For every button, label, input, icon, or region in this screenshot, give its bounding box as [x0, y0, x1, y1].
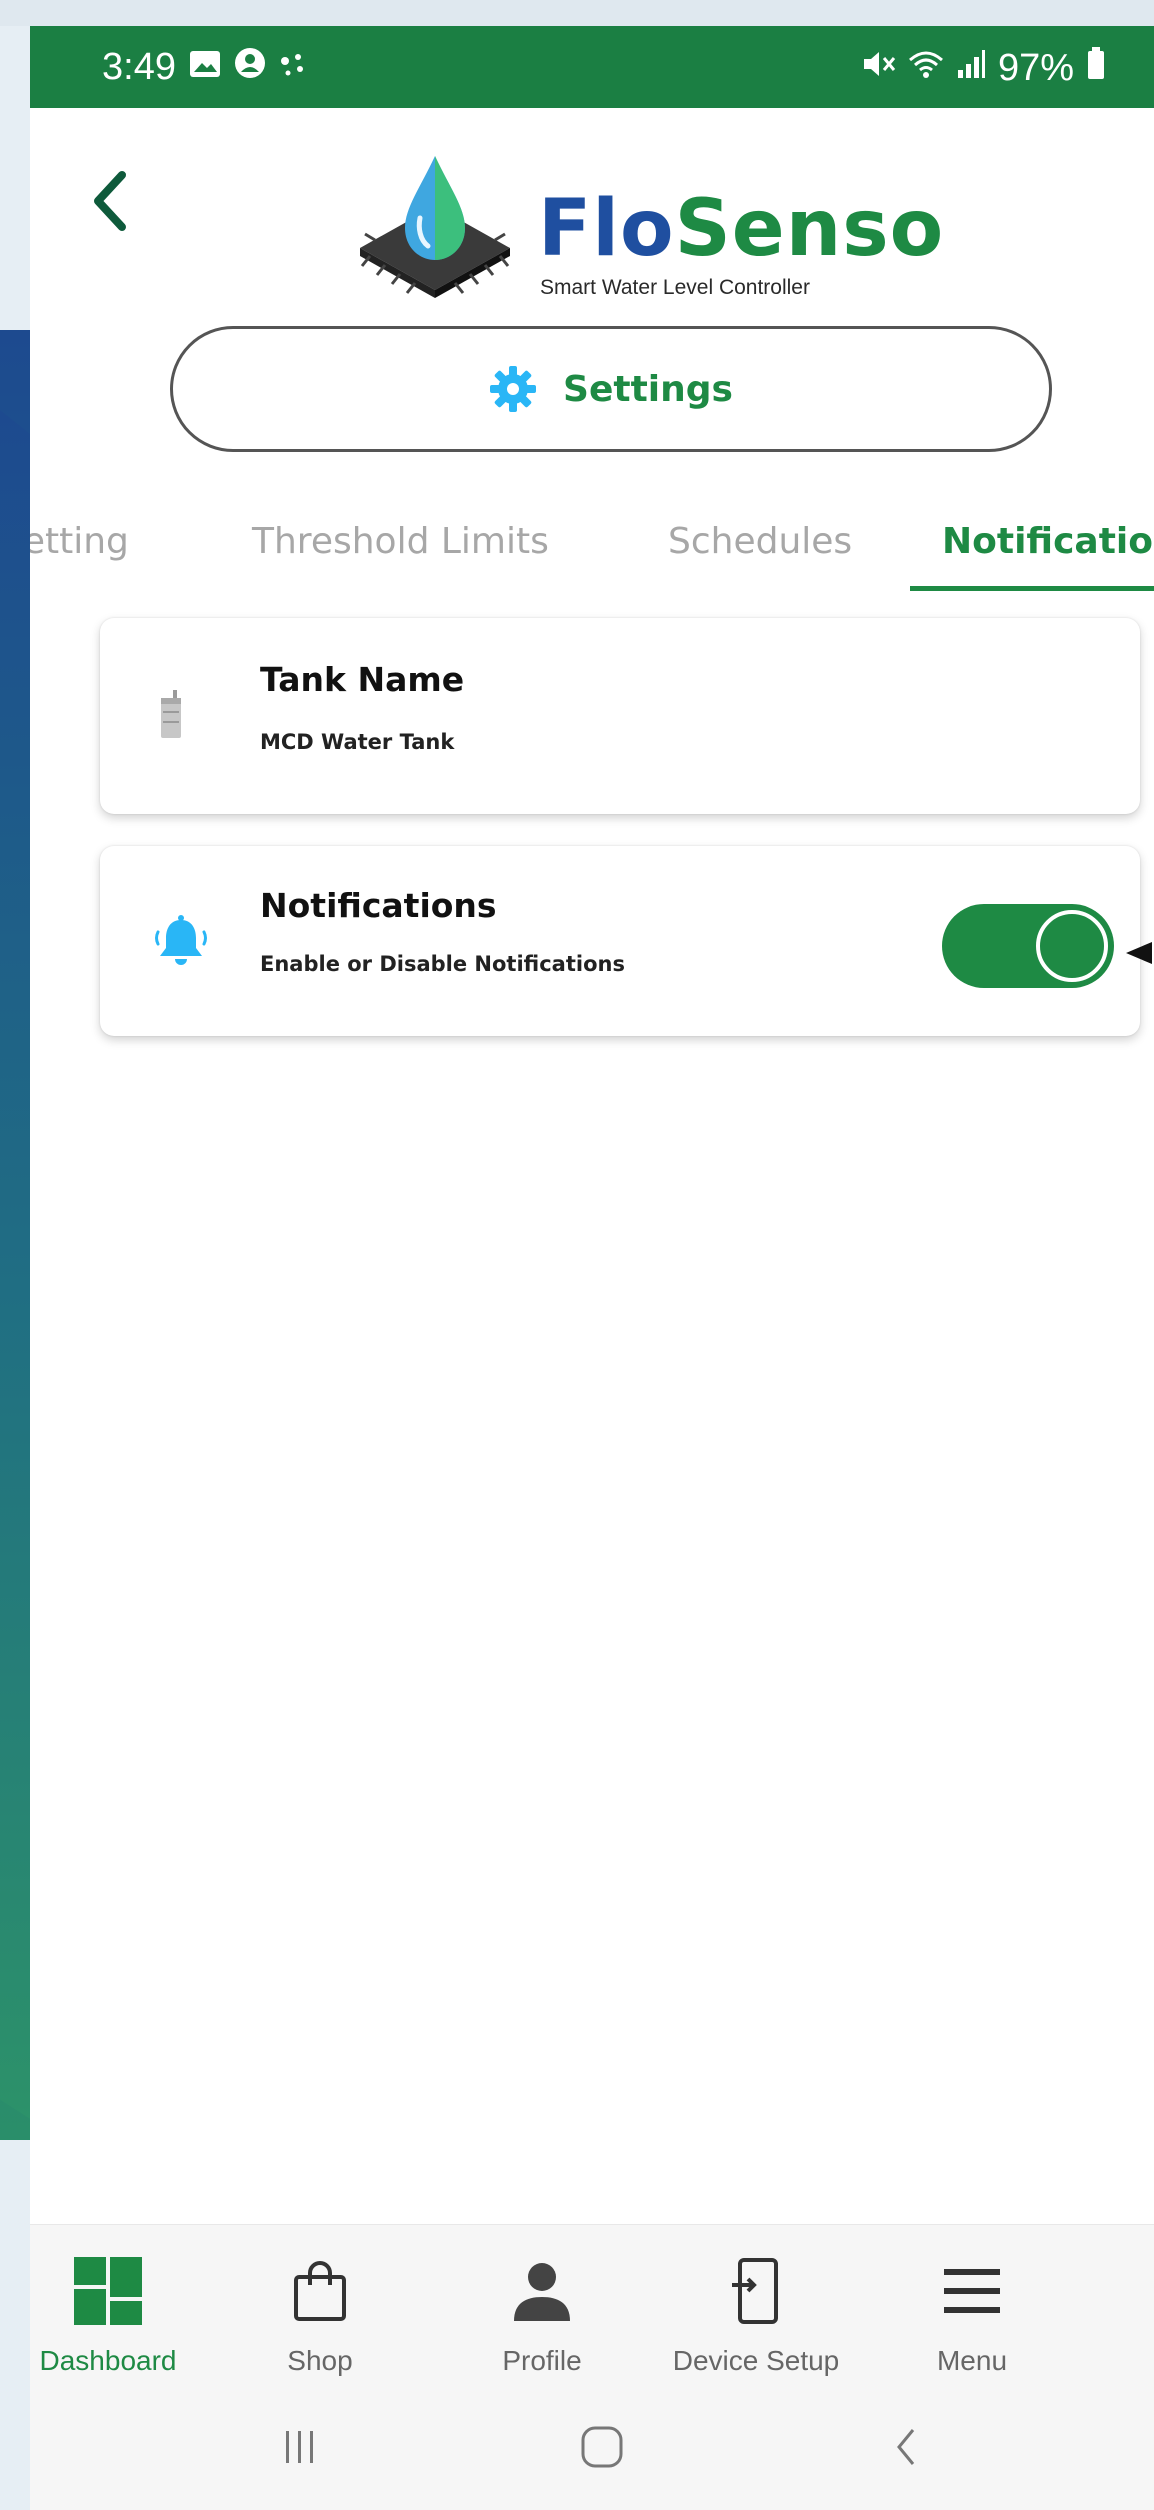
notifications-title: Notifications — [260, 886, 497, 925]
recent-apps-button[interactable] — [260, 2412, 340, 2482]
system-navigation — [30, 2384, 1154, 2510]
dashboard-icon — [74, 2257, 142, 2325]
app-logo: FloSenso Smart Water Level Controller — [340, 148, 943, 308]
tank-icon — [161, 690, 181, 738]
tank-name-title: Tank Name — [260, 660, 465, 699]
nav-shop[interactable]: Shop — [230, 2255, 410, 2377]
recent-apps-icon — [286, 2431, 313, 2463]
device-setup-icon — [732, 2258, 778, 2324]
nav-menu[interactable]: Menu — [882, 2255, 1062, 2377]
signal-icon — [956, 47, 986, 90]
back-button[interactable] — [80, 161, 140, 241]
tab-notification[interactable]: Notification — [942, 521, 1154, 562]
water-chip-icon — [360, 156, 510, 298]
person-icon — [514, 2263, 570, 2321]
gear-icon — [490, 366, 537, 412]
arrow-pointer-icon — [1126, 942, 1152, 964]
brand-name: FloSenso — [538, 184, 945, 274]
bell-icon — [155, 915, 207, 965]
brand-tagline: Smart Water Level Controller — [540, 276, 810, 299]
phone-screen: 3:49 97% FloSenso Smart Water Level Cont… — [30, 26, 1154, 2510]
background-top — [0, 0, 1154, 26]
nav-dashboard[interactable]: Dashboard — [30, 2255, 198, 2377]
hamburger-menu-icon — [944, 2269, 1000, 2313]
chevron-left-icon — [94, 171, 126, 231]
nav-profile[interactable]: Profile — [452, 2255, 632, 2377]
status-time: 3:49 — [102, 46, 176, 88]
shopping-bag-icon — [294, 2261, 346, 2321]
notifications-toggle[interactable] — [942, 904, 1114, 988]
settings-tabs: Setting Threshold Limits Schedules Notif… — [30, 481, 1154, 591]
settings-label: Settings — [563, 368, 733, 410]
gallery-icon — [188, 46, 222, 89]
battery-icon — [1086, 46, 1106, 90]
back-icon — [897, 2429, 915, 2465]
wifi-icon — [908, 47, 944, 90]
home-button[interactable] — [562, 2412, 642, 2482]
tab-setting[interactable]: Setting — [30, 521, 129, 562]
tab-schedules[interactable]: Schedules — [668, 521, 852, 562]
status-bar: 3:49 97% — [30, 26, 1154, 108]
account-icon — [234, 46, 266, 89]
home-icon — [581, 2426, 623, 2468]
settings-button[interactable]: Settings — [170, 326, 1052, 452]
mute-icon — [860, 47, 896, 90]
battery-level: 97% — [997, 46, 1074, 89]
system-back-button[interactable] — [866, 2412, 946, 2482]
notifications-card: Notifications Enable or Disable Notifica… — [100, 846, 1140, 1036]
active-tab-indicator — [910, 586, 1154, 591]
nav-device-setup[interactable]: Device Setup — [666, 2255, 846, 2377]
tank-name-card[interactable]: Tank Name MCD Water Tank — [100, 618, 1140, 814]
dots-icon — [278, 46, 308, 89]
toggle-knob — [1036, 910, 1108, 982]
tab-threshold-limits[interactable]: Threshold Limits — [252, 521, 549, 562]
notifications-description: Enable or Disable Notifications — [260, 952, 625, 976]
tank-name-value: MCD Water Tank — [260, 730, 455, 754]
bottom-navigation: Dashboard Shop Profile Device Setup Menu — [30, 2224, 1154, 2385]
